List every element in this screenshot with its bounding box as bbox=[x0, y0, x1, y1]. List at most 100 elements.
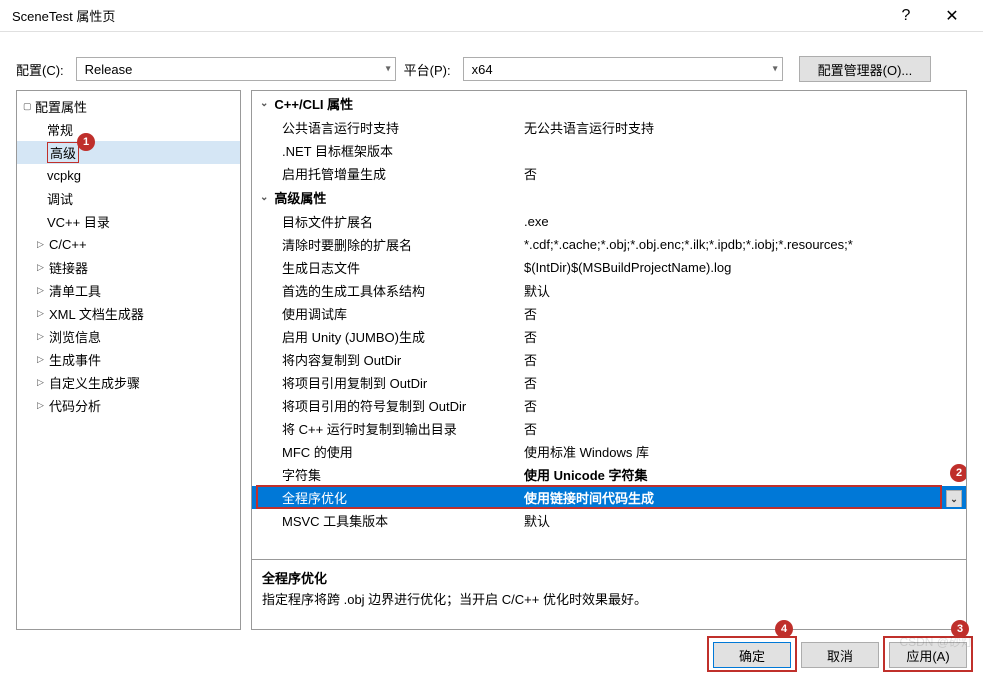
property-label: 将内容复制到 OutDir bbox=[252, 350, 522, 369]
property-value[interactable]: 否 bbox=[522, 327, 966, 346]
triangle-right-icon: ▷ bbox=[37, 377, 49, 388]
property-value[interactable]: 否 bbox=[522, 164, 966, 183]
property-row[interactable]: 使用调试库否 bbox=[252, 302, 966, 325]
property-value[interactable]: 否 bbox=[522, 350, 966, 369]
property-row[interactable]: 启用 Unity (JUMBO)生成否 bbox=[252, 325, 966, 348]
property-row[interactable]: 字符集使用 Unicode 字符集2 bbox=[252, 463, 966, 486]
tree-item[interactable]: ▷C/C++ bbox=[17, 233, 240, 256]
property-value[interactable]: 否 bbox=[522, 419, 966, 438]
property-value[interactable]: $(IntDir)$(MSBuildProjectName).log bbox=[522, 260, 966, 275]
property-label: MFC 的使用 bbox=[252, 442, 522, 461]
property-row[interactable]: MFC 的使用使用标准 Windows 库 bbox=[252, 440, 966, 463]
tree-item[interactable]: 调试 bbox=[17, 187, 240, 210]
tree-item[interactable]: VC++ 目录 bbox=[17, 210, 240, 233]
property-label: 字符集 bbox=[252, 465, 522, 484]
dropdown-arrow-icon[interactable]: ⌄ bbox=[946, 490, 962, 507]
property-row[interactable]: 将内容复制到 OutDir否 bbox=[252, 348, 966, 371]
help-button[interactable]: ? bbox=[883, 1, 929, 31]
property-row[interactable]: 公共语言运行时支持无公共语言运行时支持 bbox=[252, 116, 966, 139]
property-row[interactable]: 全程序优化使用链接时间代码生成⌄ bbox=[252, 486, 966, 509]
tree-item-label: 代码分析 bbox=[49, 396, 101, 415]
property-row[interactable]: 将 C++ 运行时复制到输出目录否 bbox=[252, 417, 966, 440]
description-title: 全程序优化 bbox=[262, 568, 956, 587]
property-value[interactable]: 使用链接时间代码生成⌄ bbox=[522, 488, 966, 507]
property-value[interactable]: 无公共语言运行时支持 bbox=[522, 118, 966, 137]
triangle-right-icon: ▷ bbox=[37, 262, 49, 273]
badge-2: 2 bbox=[950, 464, 967, 482]
chevron-down-icon: ⌄ bbox=[260, 192, 268, 203]
platform-value: x64 bbox=[472, 62, 493, 77]
tree-item[interactable]: ▷生成事件 bbox=[17, 348, 240, 371]
property-description: 全程序优化 指定程序将跨 .obj 边界进行优化；当开启 C/C++ 优化时效果… bbox=[251, 560, 967, 630]
property-label: 目标文件扩展名 bbox=[252, 212, 522, 231]
property-row[interactable]: 将项目引用的符号复制到 OutDir否 bbox=[252, 394, 966, 417]
tree-item[interactable]: ▷XML 文档生成器 bbox=[17, 302, 240, 325]
property-value[interactable]: 否 bbox=[522, 373, 966, 392]
tree-item-label: vcpkg bbox=[47, 168, 81, 183]
close-button[interactable]: ✕ bbox=[929, 1, 975, 31]
triangle-right-icon: ▷ bbox=[37, 239, 49, 250]
tree-item[interactable]: ▷代码分析 bbox=[17, 394, 240, 417]
property-value[interactable]: 使用标准 Windows 库 bbox=[522, 442, 966, 461]
tree-root[interactable]: ▢ 配置属性 bbox=[17, 95, 240, 118]
config-manager-button[interactable]: 配置管理器(O)... bbox=[799, 56, 932, 82]
property-value[interactable]: *.cdf;*.cache;*.obj;*.obj.enc;*.ilk;*.ip… bbox=[522, 237, 966, 252]
property-value[interactable]: 使用 Unicode 字符集 bbox=[522, 465, 966, 484]
badge-1: 1 bbox=[77, 133, 95, 151]
property-label: 全程序优化 bbox=[252, 488, 522, 507]
config-dropdown[interactable]: Release ▾ bbox=[76, 57, 396, 81]
property-row[interactable]: 目标文件扩展名.exe bbox=[252, 210, 966, 233]
property-row[interactable]: 生成日志文件$(IntDir)$(MSBuildProjectName).log bbox=[252, 256, 966, 279]
property-label: MSVC 工具集版本 bbox=[252, 511, 522, 530]
property-value[interactable]: 否 bbox=[522, 396, 966, 415]
tree-root-label: 配置属性 bbox=[35, 97, 87, 116]
config-tree[interactable]: ▢ 配置属性 常规1高级vcpkg调试VC++ 目录▷C/C++▷链接器▷清单工… bbox=[16, 90, 241, 630]
tree-item[interactable]: ▷自定义生成步骤 bbox=[17, 371, 240, 394]
cancel-button[interactable]: 取消 bbox=[801, 642, 879, 668]
triangle-right-icon: ▷ bbox=[37, 400, 49, 411]
group-header[interactable]: ⌄ C++/CLI 属性 bbox=[252, 91, 966, 116]
ok-button[interactable]: 确定 bbox=[713, 642, 791, 668]
tree-item[interactable]: ▷清单工具 bbox=[17, 279, 240, 302]
property-row[interactable]: 清除时要删除的扩展名*.cdf;*.cache;*.obj;*.obj.enc;… bbox=[252, 233, 966, 256]
chevron-down-icon: ▾ bbox=[386, 64, 391, 75]
chevron-down-icon: ⌄ bbox=[260, 98, 268, 109]
tree-item-label: 链接器 bbox=[49, 258, 88, 277]
config-toolbar: 配置(C): Release ▾ 平台(P): x64 ▾ 配置管理器(O)..… bbox=[0, 32, 983, 90]
property-label: 首选的生成工具体系结构 bbox=[252, 281, 522, 300]
group-title: C++/CLI 属性 bbox=[274, 94, 353, 113]
property-value[interactable]: 否 bbox=[522, 304, 966, 323]
badge-3: 3 bbox=[951, 620, 969, 638]
tree-item-label: 常规 bbox=[47, 120, 73, 139]
triangle-right-icon: ▷ bbox=[37, 354, 49, 365]
tree-item[interactable]: vcpkg bbox=[17, 164, 240, 187]
property-value[interactable]: 默认 bbox=[522, 511, 966, 530]
property-row[interactable]: 首选的生成工具体系结构默认 bbox=[252, 279, 966, 302]
property-row[interactable]: 启用托管增量生成否 bbox=[252, 162, 966, 185]
title-bar: SceneTest 属性页 ? ✕ bbox=[0, 0, 983, 32]
chevron-down-icon: ▾ bbox=[773, 64, 778, 75]
tree-item[interactable]: ▷浏览信息 bbox=[17, 325, 240, 348]
property-label: 启用托管增量生成 bbox=[252, 164, 522, 183]
property-row[interactable]: .NET 目标框架版本 bbox=[252, 139, 966, 162]
platform-dropdown[interactable]: x64 ▾ bbox=[463, 57, 783, 81]
property-grid[interactable]: ⌄ C++/CLI 属性公共语言运行时支持无公共语言运行时支持.NET 目标框架版… bbox=[251, 90, 967, 560]
property-value[interactable]: .exe bbox=[522, 214, 966, 229]
property-row[interactable]: 将项目引用复制到 OutDir否 bbox=[252, 371, 966, 394]
tree-item[interactable]: 1高级 bbox=[17, 141, 240, 164]
group-header[interactable]: ⌄ 高级属性 bbox=[252, 185, 966, 210]
tree-item-label: XML 文档生成器 bbox=[49, 304, 144, 323]
config-label: 配置(C): bbox=[16, 60, 64, 79]
property-label: 使用调试库 bbox=[252, 304, 522, 323]
description-body: 指定程序将跨 .obj 边界进行优化；当开启 C/C++ 优化时效果最好。 bbox=[262, 589, 956, 608]
group-title: 高级属性 bbox=[274, 188, 326, 207]
tree-item[interactable]: 常规 bbox=[17, 118, 240, 141]
tree-item[interactable]: ▷链接器 bbox=[17, 256, 240, 279]
tree-item-label: VC++ 目录 bbox=[47, 212, 110, 231]
tree-item-label: 生成事件 bbox=[49, 350, 101, 369]
property-row[interactable]: MSVC 工具集版本默认 bbox=[252, 509, 966, 532]
triangle-right-icon: ▷ bbox=[37, 331, 49, 342]
triangle-right-icon: ▷ bbox=[37, 285, 49, 296]
property-label: 清除时要删除的扩展名 bbox=[252, 235, 522, 254]
property-value[interactable]: 默认 bbox=[522, 281, 966, 300]
